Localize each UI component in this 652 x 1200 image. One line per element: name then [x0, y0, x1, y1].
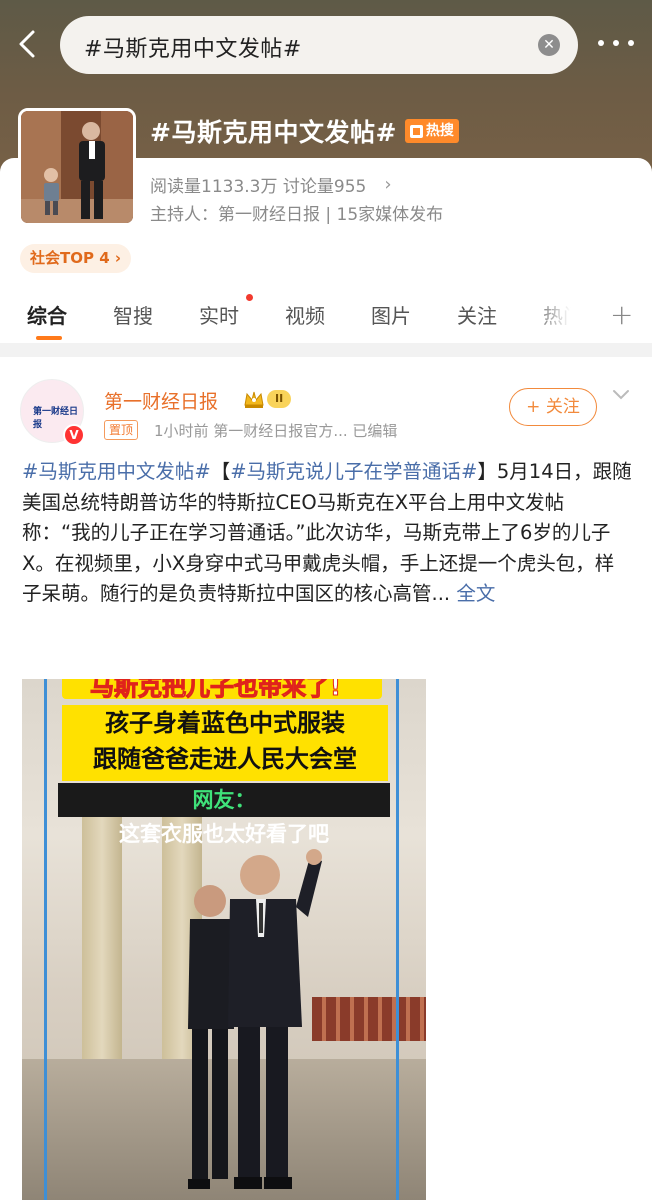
back-icon — [19, 30, 35, 58]
tab-comprehensive[interactable]: 综合 — [27, 300, 67, 329]
post-body: #马斯克用中文发帖#【#马斯克说儿子在学普通话#】5月14日，跟随美国总统特朗普… — [22, 457, 632, 610]
hashtag-link[interactable]: #马斯克用中文发帖# — [22, 460, 211, 483]
tab-images[interactable]: 图片 — [371, 300, 411, 329]
chevron-down-icon[interactable] — [612, 389, 630, 401]
search-input[interactable]: #马斯克用中文发帖# — [84, 31, 302, 63]
avatar[interactable]: 第一财经日报 V — [20, 379, 85, 446]
hot-badge-label: 热搜 — [425, 123, 454, 139]
caption-line-2: 跟随爸爸走进人民大会堂 — [93, 745, 357, 773]
video-thumbnail[interactable]: 马斯克把儿子也带来了! 孩子身着蓝色中式服装 跟随爸爸走进人民大会堂 网友： 这套… — [22, 679, 426, 1200]
caption-comment-prefix: 网友： — [192, 788, 256, 812]
active-tab-indicator — [36, 336, 62, 340]
tab-fade — [530, 290, 588, 336]
topic-stats[interactable]: 阅读量1133.3万 讨论量955 › — [150, 172, 392, 197]
tab-video[interactable]: 视频 — [285, 300, 325, 329]
topic-title-row: #马斯克用中文发帖# 热搜 — [150, 113, 459, 149]
post-meta: 1小时前 第一财经日报官方... 已编辑 — [154, 422, 398, 440]
caption-comment-text: 这套衣服也太好看了吧 — [119, 822, 329, 846]
rank-chip[interactable]: 社会TOP 4 › — [20, 244, 132, 273]
read-discuss-count: 阅读量1133.3万 讨论量955 — [150, 177, 367, 197]
video-caption-main: 孩子身着蓝色中式服装 跟随爸爸走进人民大会堂 — [62, 705, 388, 781]
video-caption-top: 马斯克把儿子也带来了! — [62, 679, 382, 702]
author-name[interactable]: 第一财经日报 — [104, 387, 218, 414]
plus-icon[interactable]: + — [610, 298, 633, 331]
caption-top-text: 马斯克把儿子也带来了! — [90, 679, 342, 702]
topic-title: #马斯克用中文发帖# — [150, 118, 397, 147]
chevron-right-icon: › — [384, 174, 392, 195]
video-frame-line — [44, 679, 47, 1200]
topic-host[interactable]: 主持人：第一财经日报 | 15家媒体发布 — [150, 200, 443, 225]
follow-button[interactable]: + 关注 — [509, 388, 597, 426]
pinned-badge: 置顶 — [104, 420, 139, 440]
more-icon[interactable] — [598, 28, 634, 58]
tab-realtime[interactable]: 实时 — [199, 300, 239, 329]
tab-smart-search[interactable]: 智搜 — [113, 300, 153, 329]
topic-thumbnail[interactable] — [18, 108, 136, 226]
back-button[interactable] — [8, 24, 48, 64]
hashtag-link[interactable]: #马斯克说儿子在学普通话# — [230, 460, 477, 483]
bracket-open: 【 — [210, 460, 231, 483]
post-card[interactable]: 第一财经日报 V 第一财经日报 II 置顶 1小时前 第一财经日报官方... 已… — [0, 357, 652, 1200]
person-musk — [228, 849, 322, 1189]
new-dot-badge — [246, 294, 253, 301]
hot-search-badge[interactable]: 热搜 — [404, 119, 459, 143]
tab-following[interactable]: 关注 — [457, 300, 497, 329]
caption-line-1: 孩子身着蓝色中式服装 — [105, 709, 345, 737]
tab-bar: 综合 智搜 实时 视频 图片 关注 热门 + — [0, 290, 652, 342]
search-bar[interactable]: #马斯克用中文发帖# ✕ — [60, 16, 578, 74]
verified-icon: V — [63, 424, 85, 446]
clear-icon[interactable]: ✕ — [538, 34, 560, 56]
hot-icon — [409, 124, 423, 138]
read-more-link[interactable]: 全文 — [456, 582, 495, 605]
level-label: II — [267, 390, 292, 408]
crown-icon — [244, 391, 264, 408]
level-badge[interactable]: II — [243, 388, 292, 410]
video-frame-line — [396, 679, 399, 1200]
video-caption-comment: 网友： 这套衣服也太好看了吧 — [58, 783, 390, 846]
